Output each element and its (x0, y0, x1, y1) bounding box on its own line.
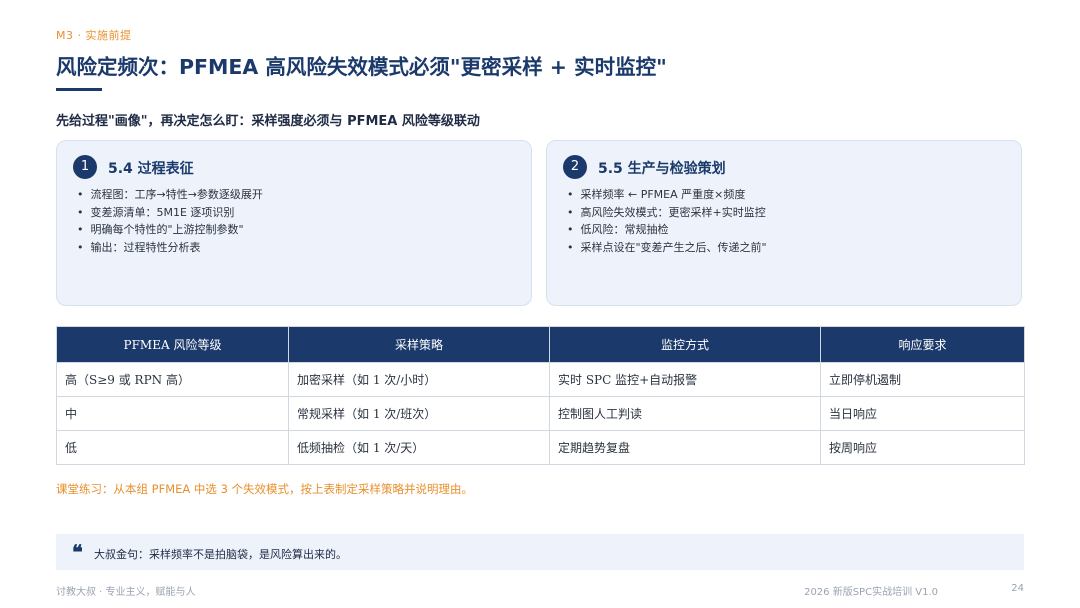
card-title: 5.5 生产与检验策划 (598, 161, 726, 177)
table-cell: 按周响应 (820, 430, 1025, 465)
card-title: 5.4 过程表征 (108, 161, 194, 177)
page-number: 24 (1011, 583, 1024, 594)
card-process-characterization: 1 5.4 过程表征 流程图：工序→特性→参数逐级展开 变差源清单：5M1E 逐… (56, 140, 532, 306)
page-title: 风险定频次：PFMEA 高风险失效模式必须"更密采样 + 实时监控" (56, 55, 667, 79)
table-cell: 中 (56, 396, 289, 431)
bullet-item: 变差源清单：5M1E 逐项识别 (77, 204, 263, 222)
table-cell: 控制图人工判读 (549, 396, 821, 431)
table-cell: 常规采样（如 1 次/班次） (288, 396, 550, 431)
bullet-item: 采样频率 ← PFMEA 严重度×频度 (567, 186, 767, 204)
table-row: 低 低频抽检（如 1 次/天） 定期趋势复盘 按周响应 (56, 430, 1025, 465)
header-risk-level: PFMEA 风险等级 (56, 326, 289, 363)
quote-banner: ❝ 大叔金句：采样频率不是拍脑袋，是风险算出来的。 (56, 534, 1024, 570)
bullet-list: 流程图：工序→特性→参数逐级展开 变差源清单：5M1E 逐项识别 明确每个特性的… (77, 186, 263, 256)
table-row: 中 常规采样（如 1 次/班次） 控制图人工判读 当日响应 (56, 396, 1025, 431)
bullet-item: 流程图：工序→特性→参数逐级展开 (77, 186, 263, 204)
header-sampling-strategy: 采样策略 (288, 326, 550, 363)
table-cell: 低 (56, 430, 289, 465)
table-cell: 立即停机遏制 (820, 362, 1025, 397)
card-production-planning: 2 5.5 生产与检验策划 采样频率 ← PFMEA 严重度×频度 高风险失效模… (546, 140, 1022, 306)
table-cell: 实时 SPC 监控+自动报警 (549, 362, 821, 397)
table-cell: 低频抽检（如 1 次/天） (288, 430, 550, 465)
page-subtitle: 先给过程"画像"，再决定怎么盯：采样强度必须与 PFMEA 风险等级联动 (56, 114, 480, 129)
title-underline (56, 88, 102, 91)
bullet-list: 采样频率 ← PFMEA 严重度×频度 高风险失效模式：更密采样+实时监控 低风… (567, 186, 767, 256)
class-exercise-note: 课堂练习：从本组 PFMEA 中选 3 个失效模式，按上表制定采样策略并说明理由… (56, 482, 474, 496)
bullet-item: 采样点设在"变差产生之后、传递之前" (567, 239, 767, 257)
table-cell: 定期趋势复盘 (549, 430, 821, 465)
bullet-item: 输出：过程特性分析表 (77, 239, 263, 257)
bullet-item: 低风险：常规抽检 (567, 221, 767, 239)
footer-brand: 讨教大叔 · 专业主义，赋能与人 (56, 587, 196, 598)
footer-course: 2026 新版SPC实战培训 V1.0 (804, 587, 938, 598)
table-cell: 当日响应 (820, 396, 1025, 431)
table-row: 高（S≥9 或 RPN 高） 加密采样（如 1 次/小时） 实时 SPC 监控+… (56, 362, 1025, 397)
number-badge: 2 (563, 155, 587, 179)
number-badge: 1 (73, 155, 97, 179)
table-header-row: PFMEA 风险等级 采样策略 监控方式 响应要求 (56, 326, 1025, 363)
table-cell: 加密采样（如 1 次/小时） (288, 362, 550, 397)
table-cell: 高（S≥9 或 RPN 高） (56, 362, 289, 397)
quote-text: 大叔金句：采样频率不是拍脑袋，是风险算出来的。 (94, 548, 347, 561)
header-response-requirement: 响应要求 (820, 326, 1025, 363)
header-monitoring-method: 监控方式 (549, 326, 821, 363)
risk-strategy-table: PFMEA 风险等级 采样策略 监控方式 响应要求 高（S≥9 或 RPN 高）… (56, 326, 1025, 465)
quote-icon: ❝ (72, 540, 83, 564)
section-tag: M3 · 实施前提 (56, 29, 132, 42)
bullet-item: 高风险失效模式：更密采样+实时监控 (567, 204, 767, 222)
bullet-item: 明确每个特性的"上游控制参数" (77, 221, 263, 239)
